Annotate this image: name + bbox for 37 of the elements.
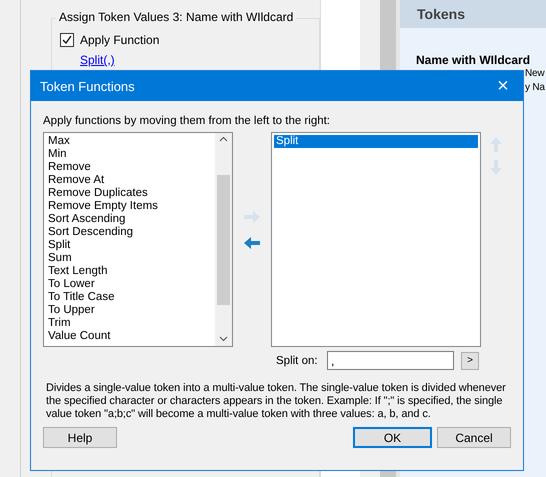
list-item[interactable]: Sort Descending [46, 226, 213, 239]
scrollbar[interactable] [215, 133, 232, 346]
list-item[interactable]: Split [274, 135, 478, 148]
list-item[interactable]: Remove At [46, 174, 213, 187]
insert-button[interactable]: > [461, 352, 479, 370]
list-item[interactable]: To Lower [46, 278, 213, 291]
description-text: Divides a single-value token into a multi-value token. The single-value token is divided whenever the specified character or characters appears in the token. Example: If ";" is specified, the single value token "a;b;c" will become a multi-value token with three values: a, b, and c. [46, 382, 507, 421]
list-item[interactable]: To Title Case [46, 291, 213, 304]
tokens-header: Tokens [400, 0, 546, 28]
cancel-button[interactable]: Cancel [437, 427, 511, 448]
list-item[interactable]: Text Length [46, 265, 213, 278]
list-item[interactable]: Min [46, 148, 213, 161]
checkbox-label: Apply Function [80, 33, 160, 47]
list-item[interactable]: Remove Duplicates [46, 187, 213, 200]
list-item[interactable]: Sort Ascending [46, 213, 213, 226]
list-item[interactable]: Value Count [46, 330, 213, 343]
ok-button[interactable]: OK [353, 427, 432, 448]
help-button[interactable]: Help [43, 427, 117, 448]
list-item[interactable]: Split [46, 239, 213, 252]
list-item[interactable]: To Upper [46, 304, 213, 317]
token-text: y Na [525, 81, 546, 95]
instruction-text: Apply functions by moving them from the left to the right: [43, 115, 332, 127]
split-on-field[interactable]: , [327, 351, 454, 370]
list-item[interactable]: Max [46, 135, 213, 148]
left-arrow-icon[interactable] [243, 236, 261, 250]
list-item[interactable]: Trim [46, 317, 213, 330]
token-heading: Name with WIldcard [416, 53, 532, 67]
apply-function-checkbox[interactable] [60, 33, 74, 47]
list-item[interactable]: Sum [46, 252, 213, 265]
dialog-title: Token Functions [40, 78, 135, 94]
group-title: Assign Token Values 3: Name with WIldcard [56, 10, 296, 24]
list-item[interactable]: Remove [46, 161, 213, 174]
function-link[interactable]: Split(,) [80, 53, 115, 67]
list-item[interactable]: Remove Empty Items [46, 200, 213, 213]
token-text: New [525, 67, 546, 81]
close-button[interactable]: × [483, 71, 523, 101]
split-on-label: Split on: [276, 354, 319, 366]
